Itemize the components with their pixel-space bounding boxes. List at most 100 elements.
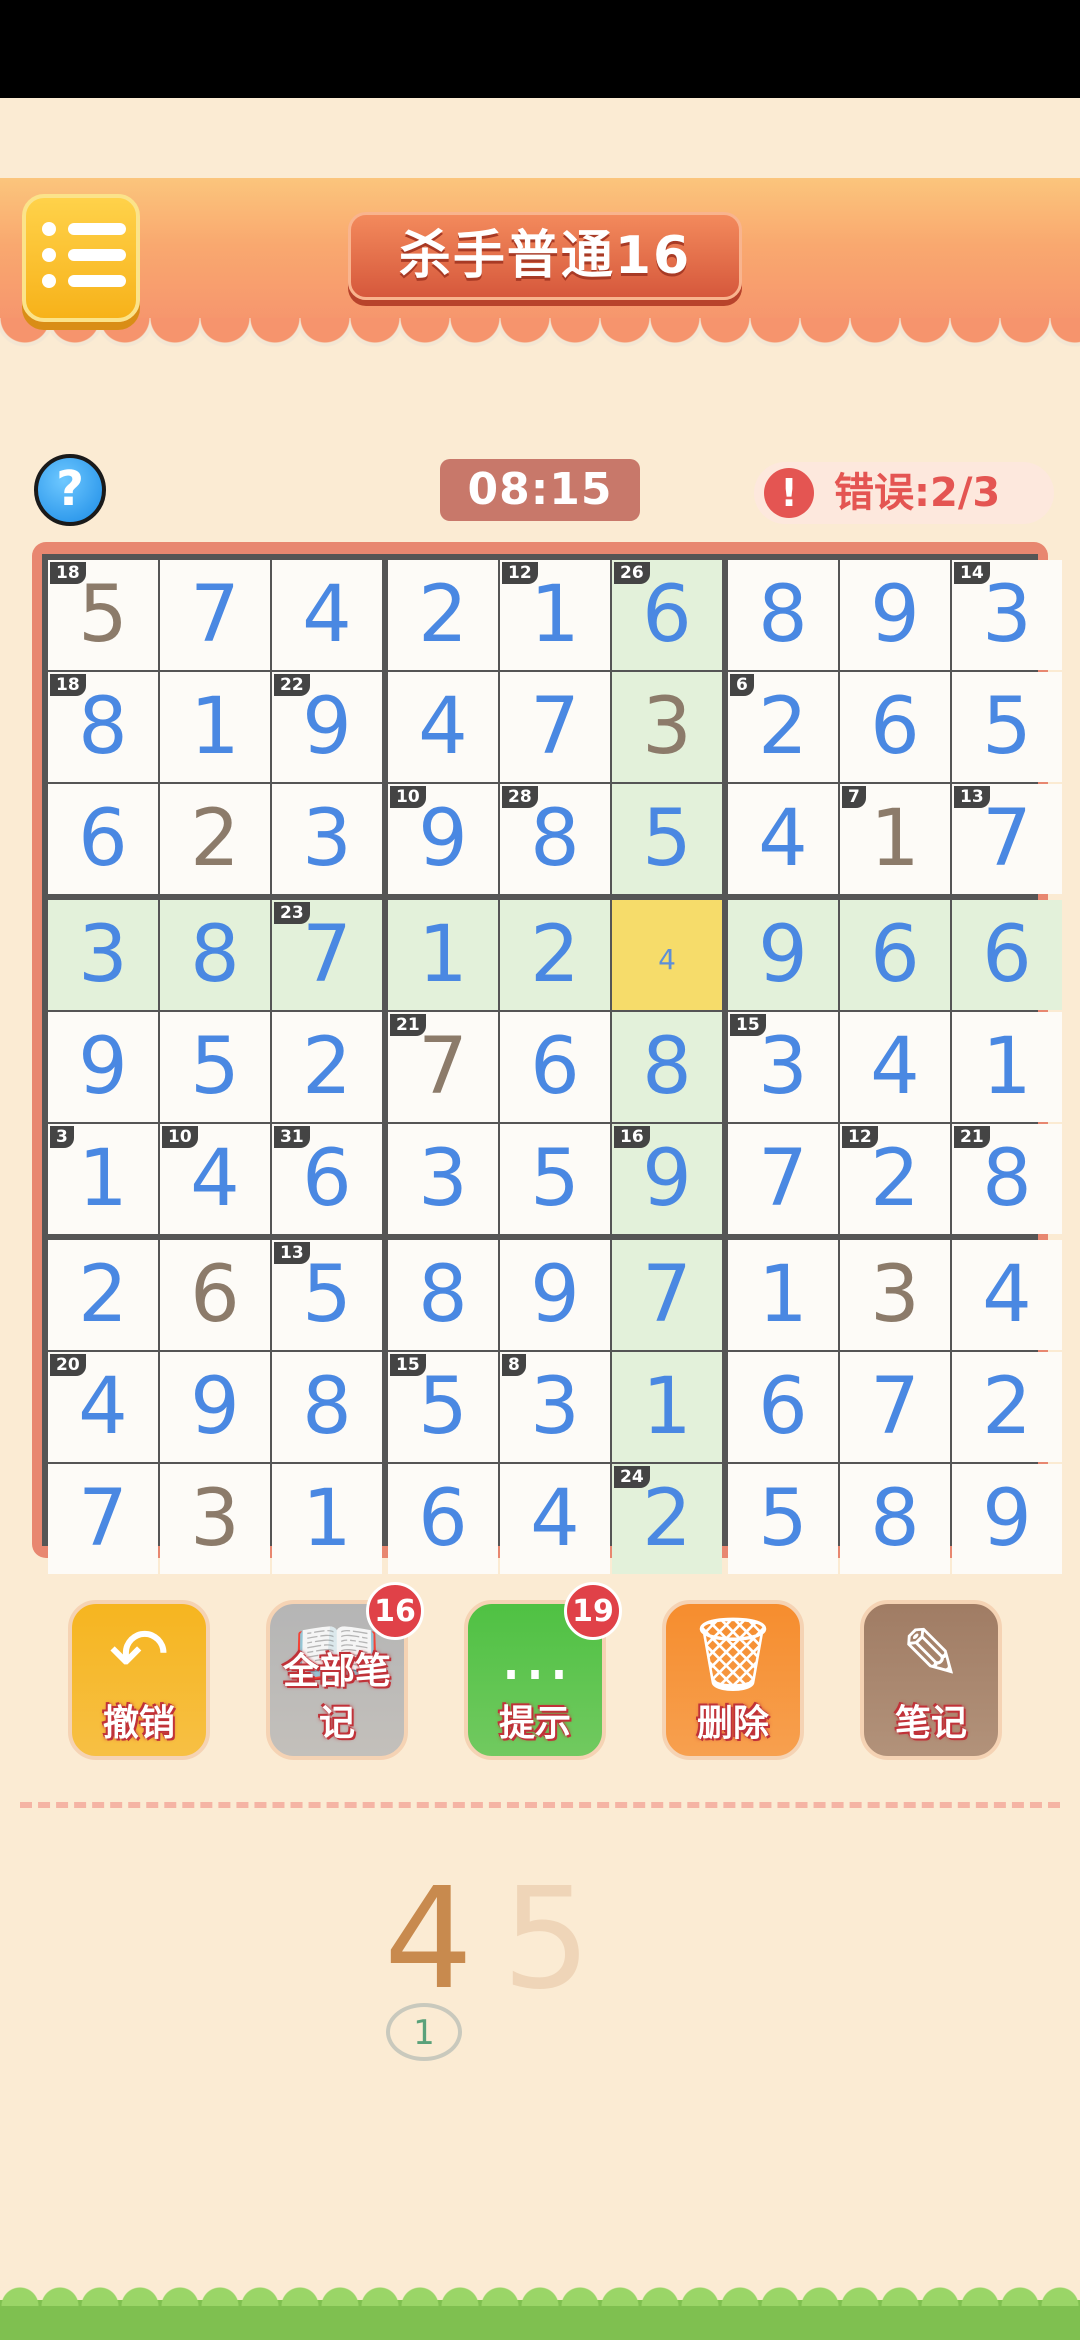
toolbar-button-label: 删除: [696, 1703, 769, 1744]
help-button[interactable]: ?: [34, 454, 106, 526]
cage-sum-label: 21: [390, 1014, 426, 1036]
cell-value: 4: [758, 794, 808, 884]
timer: 08:15: [440, 459, 640, 521]
grid-cell[interactable]: 8: [728, 560, 838, 670]
grid-cell[interactable]: 9: [48, 1012, 158, 1122]
grid-cell[interactable]: 6: [952, 900, 1062, 1010]
grid-cell[interactable]: 8: [388, 1240, 498, 1350]
toolbar-button[interactable]: ✎ 笔记: [860, 1600, 1002, 1760]
grid-cell[interactable]: 5: [952, 672, 1062, 782]
grid-cell[interactable]: 5: [160, 1012, 270, 1122]
count-badge: 16: [366, 1582, 424, 1640]
grid-cell[interactable]: 3: [840, 1240, 950, 1350]
cage-sum-label: 15: [730, 1014, 766, 1036]
cell-value: 7: [870, 1362, 920, 1452]
grid-cell[interactable]: 4: [500, 1464, 610, 1574]
cell-value: 8: [870, 1474, 920, 1564]
cell-value: 2: [78, 1250, 128, 1340]
cage-sum-label: 14: [954, 562, 990, 584]
grid-cell[interactable]: 7: [840, 1352, 950, 1462]
cell-value: 5: [758, 1474, 808, 1564]
menu-icon-dot: [42, 274, 56, 288]
grid-cell[interactable]: 4: [272, 560, 382, 670]
grid-cell[interactable]: 8: [612, 1012, 722, 1122]
grid-cell[interactable]: 4: [388, 672, 498, 782]
menu-button[interactable]: [22, 194, 140, 322]
cell-value: 6: [190, 1250, 240, 1340]
cell-value: 3: [302, 794, 352, 884]
cage-sum-label: 7: [842, 786, 866, 808]
grid-cell[interactable]: 4: [728, 784, 838, 894]
toolbar-button-label: 笔记: [894, 1703, 967, 1744]
grid-cell[interactable]: 6: [728, 1352, 838, 1462]
grid-cell[interactable]: 2: [48, 1240, 158, 1350]
grid-cell[interactable]: 4: [840, 1012, 950, 1122]
cell-value: 7: [758, 1134, 808, 1224]
grid-cell[interactable]: 1: [388, 900, 498, 1010]
grid-cell[interactable]: 3: [272, 784, 382, 894]
grid-cell[interactable]: 4: [612, 900, 722, 1010]
grid-cell[interactable]: 5: [500, 1124, 610, 1234]
grid-cell[interactable]: 2: [160, 784, 270, 894]
grid-cell[interactable]: 3: [388, 1124, 498, 1234]
cell-value: 1: [642, 1362, 692, 1452]
cell-value: 8: [418, 1250, 468, 1340]
grid-cell[interactable]: 6: [388, 1464, 498, 1574]
cage-sum-label: 15: [390, 1354, 426, 1376]
grid-cell[interactable]: 8: [272, 1352, 382, 1462]
cell-value: 6: [418, 1474, 468, 1564]
cell-value: 8: [642, 1022, 692, 1112]
cell-value: 6: [530, 1022, 580, 1112]
sudoku-grid: 5742168938194732656239854173871249669527…: [42, 554, 1062, 1574]
grid-cell[interactable]: 7: [500, 672, 610, 782]
grid-cell[interactable]: 7: [728, 1124, 838, 1234]
grid-cell[interactable]: 3: [612, 672, 722, 782]
grid-cell[interactable]: 5: [728, 1464, 838, 1574]
grid-cell[interactable]: 6: [500, 1012, 610, 1122]
grid-cell[interactable]: 1: [272, 1464, 382, 1574]
grid-cell[interactable]: 5: [612, 784, 722, 894]
grid-cell[interactable]: 1: [728, 1240, 838, 1350]
cell-value: 4: [982, 1250, 1032, 1340]
toolbar-button[interactable]: 🗑 删除: [662, 1600, 804, 1760]
cell-value: 7: [642, 1250, 692, 1340]
grid-cell[interactable]: 9: [840, 560, 950, 670]
grid-cell[interactable]: 9: [160, 1352, 270, 1462]
grid-cell[interactable]: 8: [160, 900, 270, 1010]
cell-value: 8: [190, 910, 240, 1000]
number-choice-4[interactable]: 4: [384, 1860, 473, 2020]
grid-cell[interactable]: 9: [728, 900, 838, 1010]
toolbar-button[interactable]: ↶ 撤销: [68, 1600, 210, 1760]
grid-cell[interactable]: 3: [160, 1464, 270, 1574]
grass-decoration: [0, 2286, 1080, 2340]
grid-cell[interactable]: 3: [48, 900, 158, 1010]
grid-cell[interactable]: 6: [48, 784, 158, 894]
grid-cell[interactable]: 2: [272, 1012, 382, 1122]
grid-cell[interactable]: 9: [500, 1240, 610, 1350]
grid-cell[interactable]: 7: [612, 1240, 722, 1350]
grid-cell[interactable]: 6: [840, 900, 950, 1010]
grid-cell[interactable]: 2: [388, 560, 498, 670]
grid-cell[interactable]: 1: [160, 672, 270, 782]
number-choice-5[interactable]: 5: [502, 1860, 591, 2020]
grid-cell[interactable]: 2: [500, 900, 610, 1010]
grid-cell[interactable]: 7: [48, 1464, 158, 1574]
cell-value: 6: [758, 1362, 808, 1452]
grid-cell[interactable]: 1: [612, 1352, 722, 1462]
cell-value: 5: [642, 794, 692, 884]
cell-value: 1: [190, 682, 240, 772]
grid-cell[interactable]: 7: [160, 560, 270, 670]
grid-cell[interactable]: 2: [952, 1352, 1062, 1462]
grid-cell[interactable]: 6: [840, 672, 950, 782]
cage-sum-label: 13: [954, 786, 990, 808]
grid-cell[interactable]: 6: [160, 1240, 270, 1350]
cell-value: 5: [190, 1022, 240, 1112]
cage-sum-label: 8: [502, 1354, 526, 1376]
error-counter: ! 错误:2/3: [754, 462, 1054, 524]
cage-sum-label: 10: [390, 786, 426, 808]
grid-cell[interactable]: 8: [840, 1464, 950, 1574]
grid-cell[interactable]: 9: [952, 1464, 1062, 1574]
grid-cell[interactable]: 4: [952, 1240, 1062, 1350]
grid-cell[interactable]: 1: [952, 1012, 1062, 1122]
cage-sum-label: 26: [614, 562, 650, 584]
